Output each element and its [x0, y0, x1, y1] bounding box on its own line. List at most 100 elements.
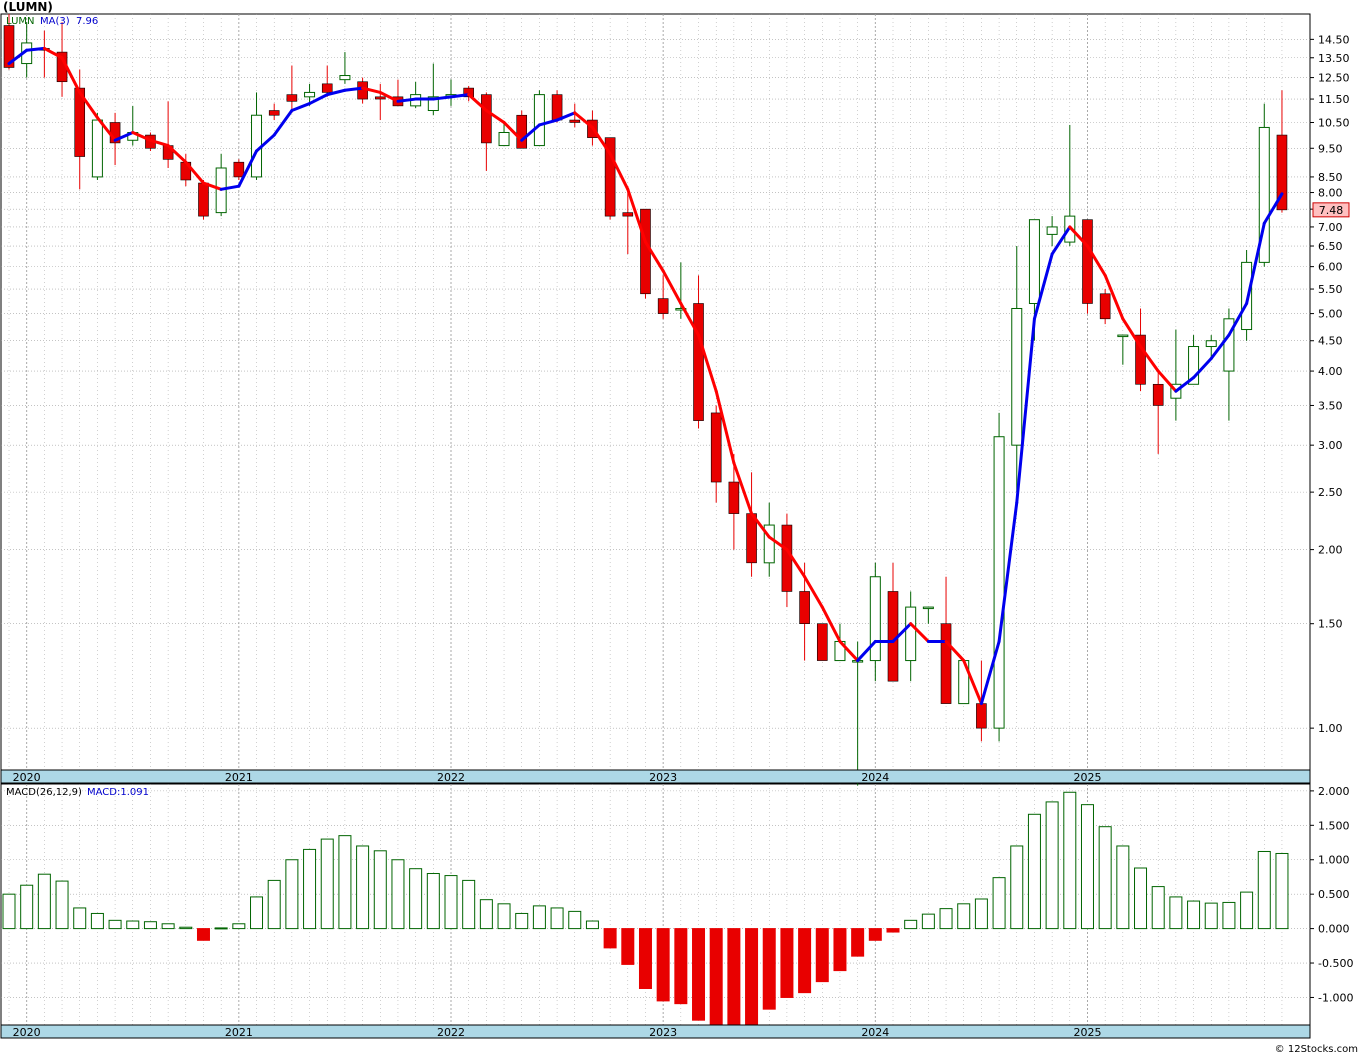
candle-down [1099, 293, 1111, 320]
candle-down [940, 623, 952, 704]
macd-bar-positive [444, 875, 458, 930]
macd-bar-positive [585, 920, 599, 930]
macd-bar-positive [303, 848, 317, 930]
macd-bar-positive [285, 859, 299, 930]
year-label: 2025 [1073, 1026, 1101, 1039]
macd-bar-positive [568, 910, 582, 930]
price-tick-label: 14.50 [1318, 33, 1350, 46]
macd-bar-positive [462, 879, 476, 930]
year-label: 2025 [1073, 771, 1101, 784]
macd-bar-positive [1169, 896, 1183, 930]
macd-bar-positive [161, 923, 175, 930]
macd-bar-positive [1080, 804, 1094, 930]
macd-bar-negative [692, 928, 706, 1021]
price-tick-label: 9.50 [1318, 142, 1343, 155]
candle-up [91, 119, 103, 178]
candle-up [498, 131, 510, 147]
macd-bar-positive [921, 913, 935, 930]
macd-bar-positive [1116, 845, 1130, 930]
candle-down [816, 623, 828, 661]
price-tick-label: 2.50 [1318, 486, 1343, 499]
price-tick-label: 5.50 [1318, 283, 1343, 296]
price-tick-label: 12.50 [1318, 72, 1350, 85]
candle-up [304, 91, 316, 98]
macd-bar-negative [674, 928, 688, 1005]
macd-bar-positive [1275, 852, 1289, 930]
candle-up [993, 436, 1005, 729]
macd-bar-negative [727, 928, 741, 1026]
candle-down [799, 591, 810, 625]
candle-down [976, 703, 987, 729]
price-panel-frame [0, 13, 1311, 771]
macd-tick-label: -0.500 [1318, 957, 1353, 970]
macd-bar-negative [886, 928, 900, 933]
macd-bar-negative [833, 928, 847, 972]
candle-up [922, 606, 934, 610]
watermark: © 12Stocks.com [1275, 1044, 1358, 1055]
price-tick-label: 6.00 [1318, 261, 1343, 274]
price-tick-label: 4.00 [1318, 365, 1343, 378]
macd-bar-positive [1063, 791, 1077, 930]
candle-down [321, 83, 333, 93]
macd-bar-positive [1187, 900, 1201, 930]
macd-bar-positive [1257, 850, 1271, 930]
macd-bar-positive [126, 920, 140, 930]
chart-canvas: 1.00 1.50 2.00 2.50 3.00 3.50 4.00 4.50 5.00 5.50… [0, 0, 1358, 1055]
candle-down [286, 94, 298, 102]
macd-bar-positive [338, 835, 352, 930]
macd-bar-positive [179, 926, 193, 930]
macd-bar-positive [356, 845, 370, 930]
candle-up [1117, 334, 1129, 338]
chart-title: (LUMN) [3, 0, 53, 14]
macd-bar-positive [1098, 826, 1112, 930]
candle-down [781, 524, 793, 592]
candle-down [728, 481, 740, 514]
macd-bar-positive [250, 896, 264, 930]
macd-bar-positive [2, 893, 16, 930]
macd-bar-positive [992, 877, 1006, 930]
macd-bar-positive [497, 903, 511, 930]
macd-bar-positive [108, 919, 122, 930]
macd-bar-positive [320, 838, 334, 930]
macd-bar-negative [196, 928, 210, 941]
macd-bar-positive [55, 880, 69, 930]
year-label: 2023 [649, 771, 677, 784]
candle-down [198, 182, 209, 217]
price-tick-label: 13.50 [1318, 52, 1350, 65]
macd-bar-positive [974, 898, 988, 930]
year-label: 2023 [649, 1026, 677, 1039]
candle-down [657, 298, 669, 314]
macd-panel-frame [0, 783, 1311, 1026]
macd-bar-positive [1010, 845, 1024, 930]
price-series-label: LUMN [6, 16, 35, 27]
price-tick-label: 3.00 [1318, 439, 1343, 452]
candle-up [1205, 340, 1217, 348]
price-tick-label: 4.50 [1318, 335, 1343, 348]
candle-down [233, 161, 245, 178]
macd-tick-label: 1.500 [1318, 819, 1350, 832]
macd-tick-label: 0.000 [1318, 923, 1350, 936]
price-tick-label: 8.00 [1318, 187, 1343, 200]
macd-bar-positive [214, 927, 228, 930]
macd-bar-negative [780, 928, 794, 998]
macd-bar-positive [73, 907, 87, 930]
candle-down [640, 208, 651, 295]
price-tick-label: 8.50 [1318, 171, 1343, 184]
macd-bar-negative [868, 928, 882, 941]
macd-bar-positive [957, 903, 971, 930]
price-tick-label: 5.00 [1318, 308, 1343, 321]
macd-bar-negative [798, 928, 812, 994]
macd-bar-positive [143, 921, 157, 930]
macd-tick-label: 1.000 [1318, 854, 1350, 867]
macd-bar-negative [745, 928, 759, 1026]
macd-bar-positive [479, 899, 493, 930]
macd-bar-negative [709, 928, 723, 1027]
year-label: 2020 [13, 771, 41, 784]
macd-bar-positive [1045, 801, 1059, 930]
macd-label: MACD(26,12,9) [6, 787, 82, 798]
macd-bar-negative [762, 928, 776, 1010]
macd-bar-positive [515, 912, 529, 930]
year-label: 2021 [225, 1026, 253, 1039]
macd-bar-positive [1240, 891, 1254, 930]
macd-bar-negative [603, 928, 617, 949]
